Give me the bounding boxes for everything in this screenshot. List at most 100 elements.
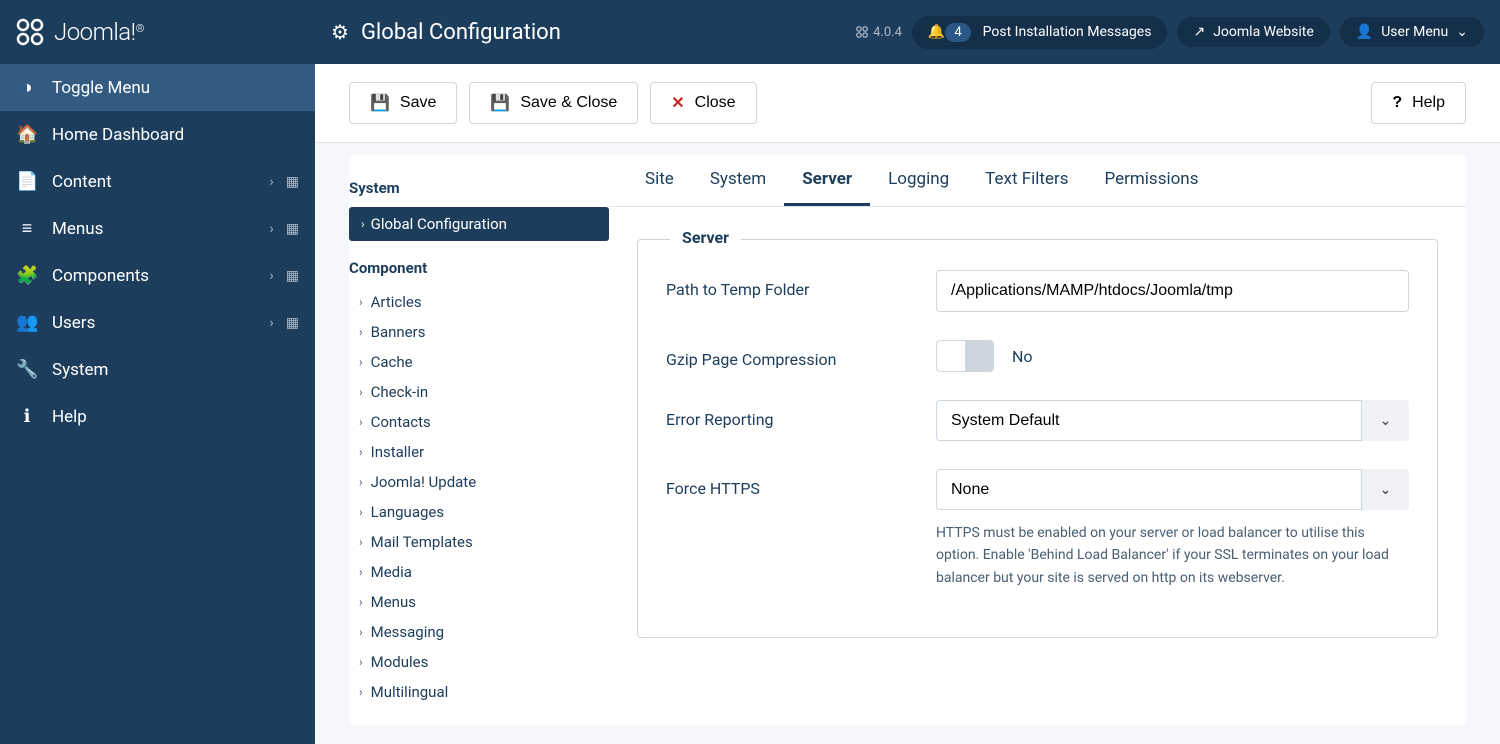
- gzip-toggle[interactable]: [936, 340, 994, 372]
- help-icon: ?: [1392, 94, 1402, 112]
- tree-item-installer[interactable]: ›Installer: [349, 437, 609, 467]
- chevron-right-icon: ›: [359, 385, 363, 399]
- save-icon: 💾: [490, 93, 510, 113]
- notification-count: 4: [945, 23, 970, 42]
- tree-item-messaging[interactable]: ›Messaging: [349, 617, 609, 647]
- force-https-help: HTTPS must be enabled on your server or …: [936, 522, 1409, 589]
- tree-item-check-in[interactable]: ›Check-in: [349, 377, 609, 407]
- page-title: Global Configuration: [361, 20, 561, 45]
- save-button[interactable]: 💾Save: [349, 82, 457, 124]
- tree-item-global-configuration[interactable]: ›Global Configuration: [349, 207, 609, 241]
- gear-icon: ⚙: [331, 20, 349, 44]
- tree-item-banners[interactable]: ›Banners: [349, 317, 609, 347]
- tree-heading-component: Component: [349, 259, 609, 287]
- wrench-icon: 🔧: [16, 359, 38, 380]
- post-install-messages-button[interactable]: 🔔4 Post Installation Messages: [912, 16, 1168, 49]
- external-link-icon: ↗: [1193, 24, 1205, 40]
- chevron-right-icon: ›: [359, 475, 363, 489]
- save-close-button[interactable]: 💾Save & Close: [469, 82, 638, 124]
- chevron-right-icon: ›: [270, 221, 274, 237]
- chevron-right-icon: ›: [359, 625, 363, 639]
- info-icon: ℹ: [16, 406, 38, 427]
- temp-folder-label: Path to Temp Folder: [666, 270, 936, 299]
- tree-item-joomla-update[interactable]: ›Joomla! Update: [349, 467, 609, 497]
- chevron-right-icon: ›: [359, 355, 363, 369]
- sidebar-item-help[interactable]: ℹHelp: [0, 393, 315, 440]
- sidebar-item-home-dashboard[interactable]: 🏠Home Dashboard: [0, 111, 315, 158]
- tab-system[interactable]: System: [692, 155, 784, 206]
- user-menu-button[interactable]: 👤 User Menu ⌄: [1340, 17, 1484, 47]
- sidebar-item-menus[interactable]: ≡Menus›▦: [0, 205, 315, 252]
- chevron-right-icon: ›: [359, 415, 363, 429]
- chevron-right-icon: ›: [359, 565, 363, 579]
- grid-icon: ▦: [286, 315, 299, 331]
- tree-item-languages[interactable]: ›Languages: [349, 497, 609, 527]
- close-button[interactable]: ✕Close: [650, 82, 756, 124]
- temp-folder-input[interactable]: [936, 270, 1409, 312]
- chevron-right-icon: ›: [270, 315, 274, 331]
- tree-item-cache[interactable]: ›Cache: [349, 347, 609, 377]
- chevron-right-icon: ›: [359, 295, 363, 309]
- force-https-label: Force HTTPS: [666, 469, 936, 498]
- chevron-down-icon: ⌄: [1456, 24, 1468, 40]
- chevron-right-icon: ›: [361, 217, 365, 231]
- tab-permissions[interactable]: Permissions: [1087, 155, 1217, 206]
- sidebar: ◑ Toggle Menu 🏠Home Dashboard📄Content›▦ ≡…: [0, 64, 315, 744]
- home-icon: 🏠: [16, 124, 38, 145]
- users-icon: 👥: [16, 312, 38, 333]
- user-icon: 👤: [1356, 24, 1373, 40]
- joomla-icon: [14, 16, 46, 48]
- tab-logging[interactable]: Logging: [870, 155, 967, 206]
- sidebar-item-users[interactable]: 👥Users›▦: [0, 299, 315, 346]
- list-icon: ≡: [16, 218, 38, 239]
- error-reporting-select[interactable]: System Default: [936, 400, 1409, 441]
- fieldset-legend: Server: [670, 228, 741, 247]
- chevron-right-icon: ›: [359, 505, 363, 519]
- toggle-icon: ◑: [16, 77, 38, 98]
- server-fieldset: Server Path to Temp Folder Gzip Page Com…: [637, 239, 1438, 638]
- sidebar-item-content[interactable]: 📄Content›▦: [0, 158, 315, 205]
- gzip-label: Gzip Page Compression: [666, 340, 936, 369]
- file-icon: 📄: [16, 171, 38, 192]
- config-tabs: SiteSystemServerLoggingText FiltersPermi…: [609, 155, 1466, 207]
- error-reporting-label: Error Reporting: [666, 400, 936, 429]
- grid-icon: ▦: [286, 221, 299, 237]
- config-panel: SiteSystemServerLoggingText FiltersPermi…: [609, 155, 1466, 725]
- brand-name: Joomla!®: [54, 18, 144, 46]
- version-badge: 4.0.4: [855, 25, 902, 40]
- config-tree: System ›Global Configuration Component ›…: [349, 155, 609, 725]
- toolbar: 💾Save 💾Save & Close ✕Close ?Help: [315, 64, 1500, 143]
- brand-logo[interactable]: Joomla!®: [0, 0, 315, 64]
- tree-item-mail-templates[interactable]: ›Mail Templates: [349, 527, 609, 557]
- tree-item-multilingual[interactable]: ›Multilingual: [349, 677, 609, 707]
- tree-item-modules[interactable]: ›Modules: [349, 647, 609, 677]
- tab-text-filters[interactable]: Text Filters: [967, 155, 1086, 206]
- chevron-right-icon: ›: [359, 325, 363, 339]
- joomla-mini-icon: [855, 25, 869, 39]
- sidebar-item-components[interactable]: 🧩Components›▦: [0, 252, 315, 299]
- sidebar-item-system[interactable]: 🔧System: [0, 346, 315, 393]
- save-icon: 💾: [370, 93, 390, 113]
- chevron-right-icon: ›: [359, 535, 363, 549]
- chevron-right-icon: ›: [270, 174, 274, 190]
- grid-icon: ▦: [286, 268, 299, 284]
- tree-item-media[interactable]: ›Media: [349, 557, 609, 587]
- tree-item-articles[interactable]: ›Articles: [349, 287, 609, 317]
- bell-icon: 🔔: [928, 24, 945, 40]
- chevron-right-icon: ›: [270, 268, 274, 284]
- close-icon: ✕: [671, 93, 684, 113]
- tab-site[interactable]: Site: [627, 155, 692, 206]
- force-https-select[interactable]: None: [936, 469, 1409, 510]
- chevron-right-icon: ›: [359, 685, 363, 699]
- help-button[interactable]: ?Help: [1371, 82, 1466, 124]
- tab-server[interactable]: Server: [784, 155, 870, 206]
- puzzle-icon: 🧩: [16, 265, 38, 286]
- tree-item-menus[interactable]: ›Menus: [349, 587, 609, 617]
- chevron-right-icon: ›: [359, 655, 363, 669]
- tree-item-contacts[interactable]: ›Contacts: [349, 407, 609, 437]
- gzip-value: No: [1012, 347, 1033, 366]
- chevron-right-icon: ›: [359, 595, 363, 609]
- toggle-menu-button[interactable]: ◑ Toggle Menu: [0, 64, 315, 111]
- joomla-website-button[interactable]: ↗ Joomla Website: [1177, 17, 1329, 47]
- chevron-right-icon: ›: [359, 445, 363, 459]
